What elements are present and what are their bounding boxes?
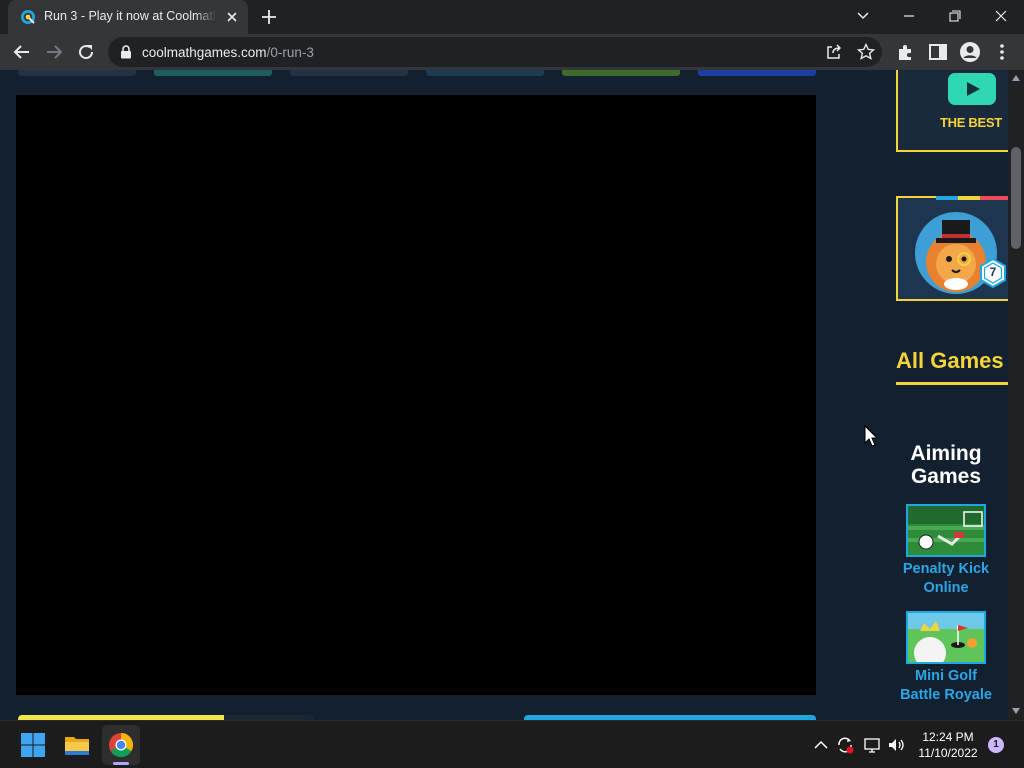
forward-icon[interactable] bbox=[42, 40, 66, 64]
address-bar[interactable]: coolmathgames.com/0-run-3 bbox=[108, 37, 882, 67]
network-icon[interactable] bbox=[862, 735, 882, 755]
all-games-heading[interactable]: All Games bbox=[896, 348, 1004, 374]
tab-title: Run 3 - Play it now at Coolmath Games.co… bbox=[44, 9, 216, 23]
game-canvas[interactable] bbox=[16, 95, 816, 695]
promo-text: THE BEST bbox=[940, 115, 1002, 130]
notification-badge[interactable]: 1 bbox=[988, 737, 1004, 753]
clock-date: 11/10/2022 bbox=[918, 746, 978, 760]
all-games-underline bbox=[896, 382, 1008, 385]
game-name-penalty-kick[interactable]: Penalty Kick Online bbox=[896, 560, 996, 598]
side-panel-icon[interactable] bbox=[926, 40, 950, 64]
bookmark-star-icon[interactable] bbox=[856, 42, 876, 62]
lock-icon[interactable] bbox=[120, 45, 132, 59]
top-game-strip bbox=[0, 70, 820, 77]
windows-taskbar: 12:24 PM 11/10/2022 1 bbox=[0, 720, 1024, 768]
browser-toolbar: coolmathgames.com/0-run-3 bbox=[0, 34, 1024, 70]
windows-start-icon[interactable] bbox=[18, 730, 48, 760]
profile-icon[interactable] bbox=[958, 40, 982, 64]
game-thumbnail-mini-golf[interactable] bbox=[906, 611, 986, 664]
new-tab-icon[interactable] bbox=[258, 6, 280, 28]
sync-alert-icon[interactable] bbox=[835, 735, 855, 755]
chrome-active-indicator bbox=[113, 762, 129, 765]
system-clock[interactable]: 12:24 PM 11/10/2022 bbox=[912, 729, 984, 761]
scrollbar-thumb[interactable] bbox=[1011, 147, 1021, 249]
reload-icon[interactable] bbox=[74, 40, 98, 64]
close-tab-icon[interactable] bbox=[222, 7, 242, 27]
tab-run-3[interactable]: Run 3 - Play it now at Coolmath Games.co… bbox=[8, 0, 248, 34]
share-icon[interactable] bbox=[824, 42, 844, 62]
minimize-icon[interactable] bbox=[895, 4, 923, 28]
game-thumbnail-penalty-kick[interactable] bbox=[906, 504, 986, 557]
penalty-kick-image bbox=[908, 506, 984, 555]
url-path: /0-run-3 bbox=[266, 45, 314, 60]
restore-icon[interactable] bbox=[941, 4, 969, 28]
url-domain: coolmathgames.com bbox=[142, 45, 267, 60]
show-hidden-icons-icon[interactable] bbox=[811, 735, 831, 755]
tab-search-icon[interactable] bbox=[849, 4, 877, 28]
scroll-up-icon[interactable] bbox=[1012, 75, 1020, 81]
clock-time: 12:24 PM bbox=[922, 730, 974, 744]
membership-card[interactable]: 7 bbox=[896, 196, 1008, 301]
game-name-mini-golf[interactable]: Mini Golf Battle Royale bbox=[896, 667, 996, 705]
close-window-icon[interactable] bbox=[987, 4, 1015, 28]
file-explorer-icon[interactable] bbox=[62, 730, 92, 760]
promo-banner[interactable]: THE BEST bbox=[896, 70, 1008, 152]
volume-icon[interactable] bbox=[886, 735, 906, 755]
section-title-aiming-games[interactable]: Aiming Games bbox=[896, 442, 996, 488]
extensions-icon[interactable] bbox=[894, 40, 918, 64]
scroll-down-icon[interactable] bbox=[1012, 708, 1020, 714]
coolmath-favicon-icon bbox=[21, 10, 35, 24]
menu-kebab-icon[interactable] bbox=[990, 40, 1014, 64]
mouse-cursor-icon bbox=[864, 425, 878, 447]
mini-golf-image bbox=[908, 613, 984, 662]
url-text[interactable]: coolmathgames.com/0-run-3 bbox=[142, 45, 314, 60]
tab-strip: Run 3 - Play it now at Coolmath Games.co… bbox=[0, 0, 1024, 34]
play-icon bbox=[948, 73, 996, 105]
back-icon[interactable] bbox=[10, 40, 34, 64]
chrome-icon[interactable] bbox=[106, 730, 136, 760]
page-content: THE BEST 7 All Games Aiming Games Penalt… bbox=[0, 70, 1008, 720]
level-number: 7 bbox=[989, 265, 997, 279]
page-scrollbar[interactable] bbox=[1008, 70, 1024, 720]
